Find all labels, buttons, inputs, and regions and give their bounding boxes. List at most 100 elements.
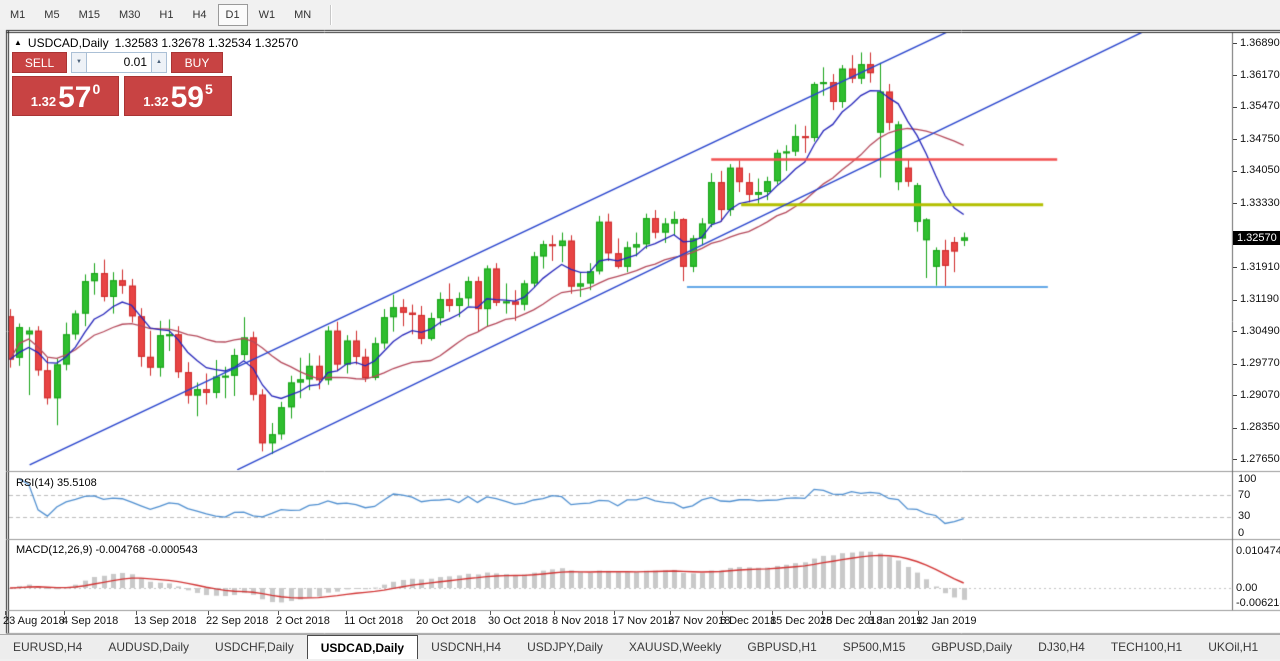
buy-price-sup: 5 (205, 81, 213, 97)
date-axis-label: 12 Jan 2019 (916, 615, 977, 627)
date-axis-tick (64, 611, 65, 615)
date-axis-tick (722, 611, 723, 615)
buy-button[interactable]: BUY (171, 52, 223, 73)
price-axis-tick (1233, 43, 1237, 44)
timeframe-button-w1[interactable]: W1 (251, 4, 284, 26)
date-axis-tick (554, 611, 555, 615)
chart-symbol-label: USDCAD,Daily (28, 36, 109, 50)
sell-price-small: 1.32 (31, 94, 56, 109)
sell-button[interactable]: SELL (12, 52, 67, 73)
price-axis-tick (1233, 331, 1237, 332)
price-axis-tick (1233, 395, 1237, 396)
date-axis-label: 22 Sep 2018 (206, 615, 268, 627)
chart-tab-eurusd-h4[interactable]: EURUSD,H4 (0, 635, 95, 659)
date-axis-tick (822, 611, 823, 615)
price-axis-label: 1.33330 (1240, 197, 1280, 210)
price-axis-tick (1233, 203, 1237, 204)
timeframe-button-d1[interactable]: D1 (218, 4, 248, 26)
chart-ohlc-values: 1.32583 1.32678 1.32534 1.32570 (115, 36, 299, 50)
price-axis-label: 1.36890 (1240, 37, 1280, 50)
chart-tab-gbpusd-daily[interactable]: GBPUSD,Daily (918, 635, 1025, 659)
price-axis-label: 1.28350 (1240, 421, 1280, 434)
price-axis-label: 1.36170 (1240, 69, 1280, 82)
current-price-badge: 1.32570 (1233, 231, 1280, 245)
date-axis-label: 13 Sep 2018 (134, 615, 196, 627)
date-axis-tick (346, 611, 347, 615)
timeframe-button-m30[interactable]: M30 (111, 4, 148, 26)
price-axis-label: 1.29070 (1240, 389, 1280, 402)
price-axis-tick (1233, 107, 1237, 108)
rsi-axis-label: 70 (1238, 489, 1250, 502)
spinner-down-icon: ▼ (76, 59, 82, 65)
price-axis-label: 1.31190 (1240, 293, 1279, 306)
price-axis-tick (1233, 171, 1237, 172)
volume-input[interactable] (87, 52, 151, 73)
date-axis-label: 30 Oct 2018 (488, 615, 548, 627)
date-axis-tick (670, 611, 671, 615)
date-axis-tick (278, 611, 279, 615)
chart-tab-tech100-h1[interactable]: TECH100,H1 (1098, 635, 1195, 659)
rsi-label: RSI(14) 35.5108 (16, 477, 97, 489)
timeframe-button-m5[interactable]: M5 (36, 4, 67, 26)
timeframe-button-m15[interactable]: M15 (71, 4, 108, 26)
date-axis-tick (5, 611, 6, 615)
timeframe-button-m1[interactable]: M1 (2, 4, 33, 26)
buy-price-box[interactable]: 1.32 59 5 (124, 76, 232, 116)
macd-axis-label: -0.006218 (1236, 597, 1280, 610)
chart-tab-sp500-m15[interactable]: SP500,M15 (830, 635, 919, 659)
chart-tab-xauusd-weekly[interactable]: XAUUSD,Weekly (616, 635, 734, 659)
chart-tab-usdcad-daily[interactable]: USDCAD,Daily (307, 635, 418, 659)
rsi-axis-label: 30 (1238, 510, 1250, 523)
date-axis-label: 23 Aug 2018 (3, 615, 65, 627)
date-axis-label: 4 Sep 2018 (62, 615, 118, 627)
price-axis-label: 1.29770 (1240, 357, 1280, 370)
chart-tab-usdchf-daily[interactable]: USDCHF,Daily (202, 635, 307, 659)
volume-increase-button[interactable]: ▲ (151, 52, 167, 73)
date-axis-label: 11 Oct 2018 (344, 615, 403, 627)
collapse-chart-icon[interactable]: ▲ (14, 39, 22, 47)
chart-tab-audusd-daily[interactable]: AUDUSD,Daily (95, 635, 202, 659)
rsi-axis-label: 0 (1238, 527, 1244, 540)
chart-tab-dj30-h4[interactable]: DJ30,H4 (1025, 635, 1098, 659)
price-axis-tick (1233, 459, 1237, 460)
price-axis-tick (1233, 300, 1237, 301)
price-axis-label: 1.30490 (1240, 325, 1280, 338)
chart-title-row: ▲ USDCAD,Daily 1.32583 1.32678 1.32534 1… (14, 36, 298, 50)
chart-tab-bar: EURUSD,H4AUDUSD,DailyUSDCHF,DailyUSDCAD,… (0, 634, 1280, 659)
sell-price-big: 57 (58, 83, 91, 113)
sell-price-box[interactable]: 1.32 57 0 (12, 76, 119, 116)
timeframe-toolbar: M1M5M15M30H1H4D1W1MN (0, 0, 1280, 29)
timeframe-button-mn[interactable]: MN (286, 4, 319, 26)
volume-decrease-button[interactable]: ▼ (71, 52, 87, 73)
date-axis-tick (208, 611, 209, 615)
date-axis-label: 8 Nov 2018 (552, 615, 608, 627)
chart-tab-gbpusd-h1[interactable]: GBPUSD,H1 (734, 635, 829, 659)
buy-price-small: 1.32 (143, 94, 168, 109)
price-axis-tick (1233, 139, 1237, 140)
date-axis-label: 2 Oct 2018 (276, 615, 330, 627)
toolbar-separator (330, 5, 332, 25)
one-click-trading-panel: SELL ▼ ▲ BUY 1.32 57 0 1.32 59 5 (12, 51, 236, 116)
date-axis-tick (614, 611, 615, 615)
chart-tab-ukoil-h1[interactable]: UKOil,H1 (1195, 635, 1271, 659)
timeframe-button-h4[interactable]: H4 (184, 4, 214, 26)
date-axis-label: 17 Nov 2018 (612, 615, 674, 627)
chart-tab-usdjpy-daily[interactable]: USDJPY,Daily (514, 635, 616, 659)
macd-axis-label: 0.010474 (1236, 545, 1280, 558)
date-axis-tick (136, 611, 137, 615)
price-axis-label: 1.34050 (1240, 164, 1280, 177)
rsi-axis-label: 100 (1238, 473, 1256, 486)
chart-tab-usdcnh-h4[interactable]: USDCNH,H4 (418, 635, 514, 659)
price-axis-tick (1233, 267, 1237, 268)
price-axis-label: 1.34750 (1240, 133, 1280, 146)
price-axis-tick (1233, 428, 1237, 429)
macd-axis-label: 0.00 (1236, 582, 1257, 595)
timeframe-button-h1[interactable]: H1 (151, 4, 181, 26)
price-axis-label: 1.35470 (1240, 100, 1280, 113)
date-axis-tick (418, 611, 419, 615)
date-axis-label: 3 Jan 2019 (868, 615, 922, 627)
date-axis-label: 20 Oct 2018 (416, 615, 476, 627)
date-axis-label: 6 Dec 2018 (720, 615, 776, 627)
spinner-up-icon: ▲ (156, 59, 162, 65)
date-axis-tick (772, 611, 773, 615)
